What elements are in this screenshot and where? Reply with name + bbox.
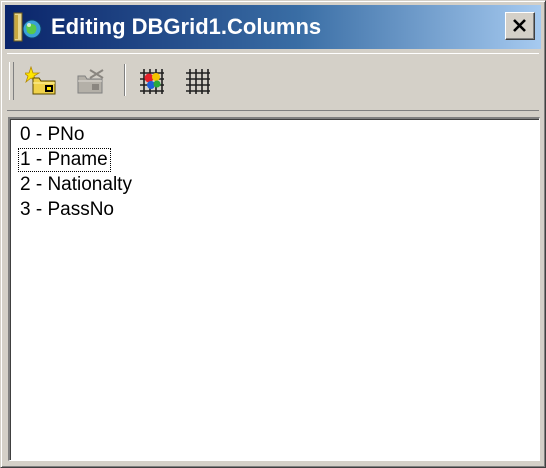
- columns-editor-window: Editing DBGrid1.Columns 0 - PNo 1 - Pnam…: [0, 0, 546, 468]
- toolbar: [7, 53, 539, 111]
- list-item-column-1[interactable]: 1 - Pname: [18, 148, 111, 172]
- add-new-button[interactable]: [21, 62, 59, 100]
- add-all-fields-icon: [140, 69, 164, 94]
- list-item-column-0[interactable]: 0 - PNo: [18, 123, 87, 147]
- restore-defaults-icon: [186, 69, 210, 94]
- restore-defaults-button[interactable]: [179, 62, 217, 100]
- close-button[interactable]: [505, 12, 535, 40]
- delete-selected-button[interactable]: [71, 62, 109, 100]
- window-title: Editing DBGrid1.Columns: [51, 14, 322, 39]
- title-bar[interactable]: Editing DBGrid1.Columns: [5, 5, 541, 49]
- delete-selected-icon: [77, 69, 104, 94]
- delphi-app-icon: [13, 11, 43, 43]
- toolbar-separator: [124, 64, 126, 96]
- columns-listbox[interactable]: 0 - PNo 1 - Pname 2 - Nationalty 3 - Pas…: [8, 117, 540, 461]
- list-item-column-3[interactable]: 3 - PassNo: [18, 198, 117, 222]
- close-x-icon: [513, 19, 526, 32]
- list-item-column-2[interactable]: 2 - Nationalty: [18, 173, 135, 197]
- add-new-icon: [25, 66, 56, 95]
- add-all-fields-button[interactable]: [133, 62, 171, 100]
- toolbar-grip[interactable]: [9, 62, 14, 100]
